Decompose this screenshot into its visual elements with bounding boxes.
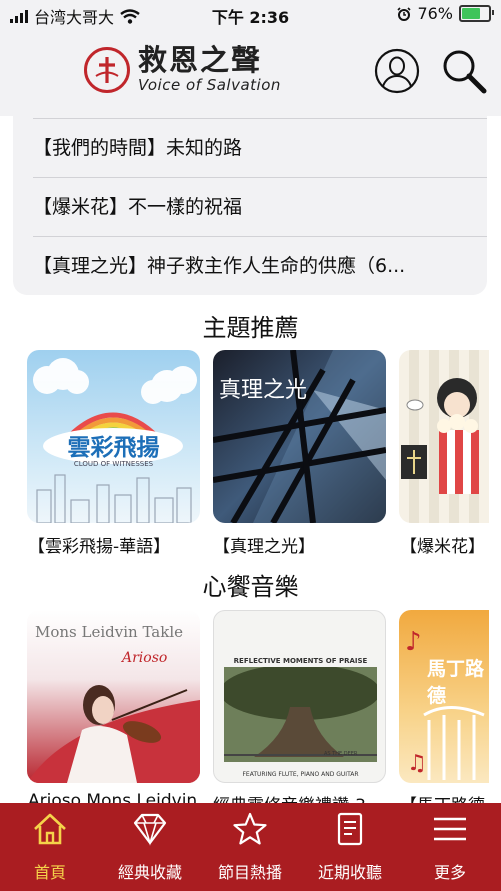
status-bar: 台湾大哥大 下午 2:36 76%	[0, 0, 501, 28]
user-icon[interactable]	[373, 47, 421, 95]
topic-card[interactable]	[399, 350, 489, 523]
music-cover-tree	[224, 667, 377, 762]
section-title-music: 心饗音樂	[202, 573, 299, 601]
tab-recent[interactable]: 近期收聽	[300, 803, 400, 891]
document-icon	[337, 812, 363, 846]
battery-fill	[462, 8, 480, 19]
music-cover-subtitle: Arioso	[122, 650, 168, 666]
svg-text:♪: ♪	[405, 627, 422, 657]
suggestion-item[interactable]: 【真理之光】神子救主作人生命的供應（6...	[33, 236, 487, 295]
topic-cover-title: 真理之光	[219, 378, 308, 403]
star-icon	[233, 812, 267, 845]
search-suggestions: 【我們的時間】未知的路 【爆米花】不一樣的祝福 【真理之光】神子救主作人生命的供…	[13, 116, 487, 295]
topic-label[interactable]: 【雲彩飛揚-華語】	[28, 532, 170, 557]
topic-label[interactable]: 【爆米花】	[400, 532, 485, 557]
app-title-en: Voice of Salvation	[138, 76, 281, 94]
suggestion-item[interactable]: 【爆米花】不一樣的祝福	[33, 177, 487, 236]
status-right: 76%	[397, 4, 494, 23]
music-card[interactable]: Mons Leidvin Takle Arioso	[27, 610, 200, 783]
search-icon[interactable]	[440, 47, 488, 95]
music-cover-title: REFLECTIVE MOMENTS OF PRAISE	[233, 657, 368, 665]
topic-card[interactable]: 雲彩飛揚 CLOUD OF WITNESSES	[27, 350, 200, 523]
app-logo[interactable]: 救恩之聲 Voice of Salvation	[84, 46, 281, 93]
tab-label: 更多	[433, 863, 466, 882]
topic-card[interactable]: 真理之光	[213, 350, 386, 523]
tab-label: 近期收聽	[317, 863, 382, 882]
music-cover-mid: AS THE DEER	[324, 751, 358, 757]
app-header: 救恩之聲 Voice of Salvation	[0, 28, 501, 116]
topic-cover-popcorn	[401, 378, 479, 494]
tab-label: 經典收藏	[117, 863, 182, 882]
alarm-icon	[397, 6, 412, 21]
topic-label[interactable]: 【真理之光】	[213, 532, 315, 557]
music-cover-title: Mons Leidvin Takle	[35, 623, 184, 641]
music-card[interactable]: REFLECTIVE MOMENTS OF PRAISE AS THE DEER…	[213, 610, 386, 783]
suggestion-item[interactable]: 【我們的時間】未知的路	[33, 118, 487, 177]
battery-percent: 76%	[417, 4, 453, 23]
tab-more[interactable]: 更多	[400, 803, 500, 891]
section-title-topics: 主題推薦	[202, 314, 299, 342]
diamond-icon	[133, 813, 167, 846]
tab-home[interactable]: 首頁	[0, 803, 100, 891]
app-title-cn: 救恩之聲	[138, 43, 263, 77]
home-icon	[34, 813, 66, 845]
tab-popular[interactable]: 節目熱播	[200, 803, 300, 891]
tab-label: 首頁	[33, 863, 66, 882]
menu-icon	[434, 817, 466, 841]
music-card[interactable]: ♪ ♫ 馬丁路德	[399, 610, 489, 783]
cross-logo-icon	[84, 46, 130, 93]
tab-label: 節目熱播	[217, 863, 282, 882]
svg-text:♫: ♫	[407, 751, 427, 776]
topic-cover-title: 雲彩飛揚	[67, 435, 160, 461]
bottom-tab-bar: 首頁 經典收藏 節目熱播 近期收聽 更多	[0, 803, 501, 891]
tab-collection[interactable]: 經典收藏	[100, 803, 200, 891]
battery-icon	[459, 5, 494, 22]
music-cover-subtitle: FEATURING FLUTE, PIANO AND GUITAR	[242, 771, 359, 778]
topic-cover-subtitle: CLOUD OF WITNESSES	[73, 460, 154, 468]
music-cover-title: 馬丁路德	[427, 658, 485, 707]
